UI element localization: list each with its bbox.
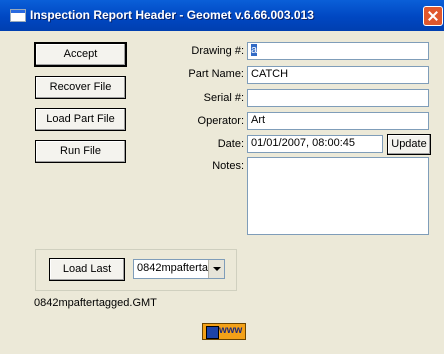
date-field[interactable]: 01/01/2007, 08:00:45 <box>247 135 383 153</box>
title-bar: Inspection Report Header - Geomet v.6.66… <box>0 0 444 31</box>
part-name-label: Part Name: <box>188 68 244 80</box>
close-icon[interactable] <box>423 6 443 26</box>
www-label: www <box>219 325 243 336</box>
drawing-field[interactable]: a <box>247 42 429 60</box>
file-dropdown[interactable]: 0842mpaftertag <box>133 259 225 279</box>
accept-button[interactable]: Accept <box>34 42 127 67</box>
notes-label: Notes: <box>212 160 244 172</box>
operator-field[interactable]: Art <box>247 112 429 130</box>
run-file-button[interactable]: Run File <box>35 140 126 163</box>
dialog-window: Inspection Report Header - Geomet v.6.66… <box>0 0 444 354</box>
globe-icon <box>206 326 219 339</box>
status-filename: 0842mpaftertagged.GMT <box>34 297 157 309</box>
update-button[interactable]: Update <box>387 134 431 155</box>
serial-field[interactable] <box>247 89 429 107</box>
load-last-button[interactable]: Load Last <box>49 258 125 281</box>
dropdown-selected: 0842mpaftertag <box>137 262 215 274</box>
notes-field[interactable] <box>247 157 429 235</box>
window-title: Inspection Report Header - Geomet v.6.66… <box>30 8 314 22</box>
serial-label: Serial #: <box>203 92 244 104</box>
date-label: Date: <box>217 138 244 150</box>
window-icon <box>10 9 26 22</box>
chevron-down-icon[interactable] <box>208 260 224 278</box>
drawing-label: Drawing #: <box>191 45 244 57</box>
recover-file-button[interactable]: Recover File <box>35 76 126 99</box>
www-button[interactable]: www <box>202 323 246 340</box>
part-name-field[interactable]: CATCH <box>247 66 429 84</box>
load-part-file-button[interactable]: Load Part File <box>35 108 126 131</box>
operator-label: Operator: <box>197 115 244 127</box>
